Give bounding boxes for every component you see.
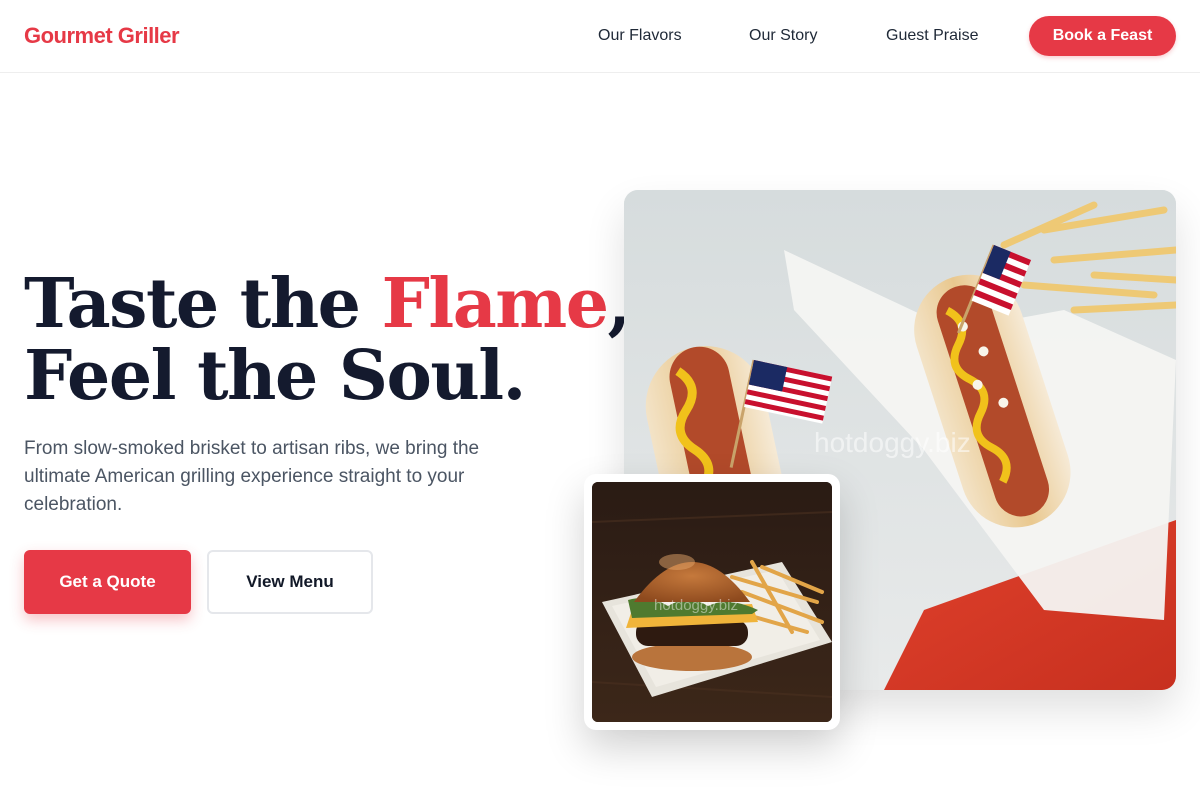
view-menu-button[interactable]: View Menu xyxy=(207,550,373,614)
headline-text: Taste the xyxy=(24,264,382,344)
nav-our-flavors[interactable]: Our Flavors xyxy=(598,26,682,46)
headline-line-2: Feel the Soul. xyxy=(24,336,526,416)
brand-logo[interactable]: Gourmet Griller xyxy=(24,22,180,50)
nav-guest-praise[interactable]: Guest Praise xyxy=(886,26,978,46)
headline-accent-word: Flame xyxy=(381,264,609,344)
headline-line-1: Taste the Flame, xyxy=(24,268,631,340)
burger-illustration: hotdoggy.biz xyxy=(592,482,832,722)
burger-photo: hotdoggy.biz xyxy=(592,482,832,722)
hero-subcopy: From slow-smoked brisket to artisan ribs… xyxy=(24,438,480,515)
hero-headline: Taste the Flame, Feel the Soul. xyxy=(24,268,631,416)
main-photo-watermark: hotdoggy.biz xyxy=(814,427,971,458)
get-a-quote-button[interactable]: Get a Quote xyxy=(24,550,191,614)
nav-our-story[interactable]: Our Story xyxy=(749,26,817,46)
burger-photo-frame: hotdoggy.biz xyxy=(584,474,840,730)
inset-photo-watermark: hotdoggy.biz xyxy=(654,597,738,614)
book-a-feast-button[interactable]: Book a Feast xyxy=(1029,16,1176,56)
site-header: Gourmet Griller Our Flavors Our Story Gu… xyxy=(0,0,1200,73)
